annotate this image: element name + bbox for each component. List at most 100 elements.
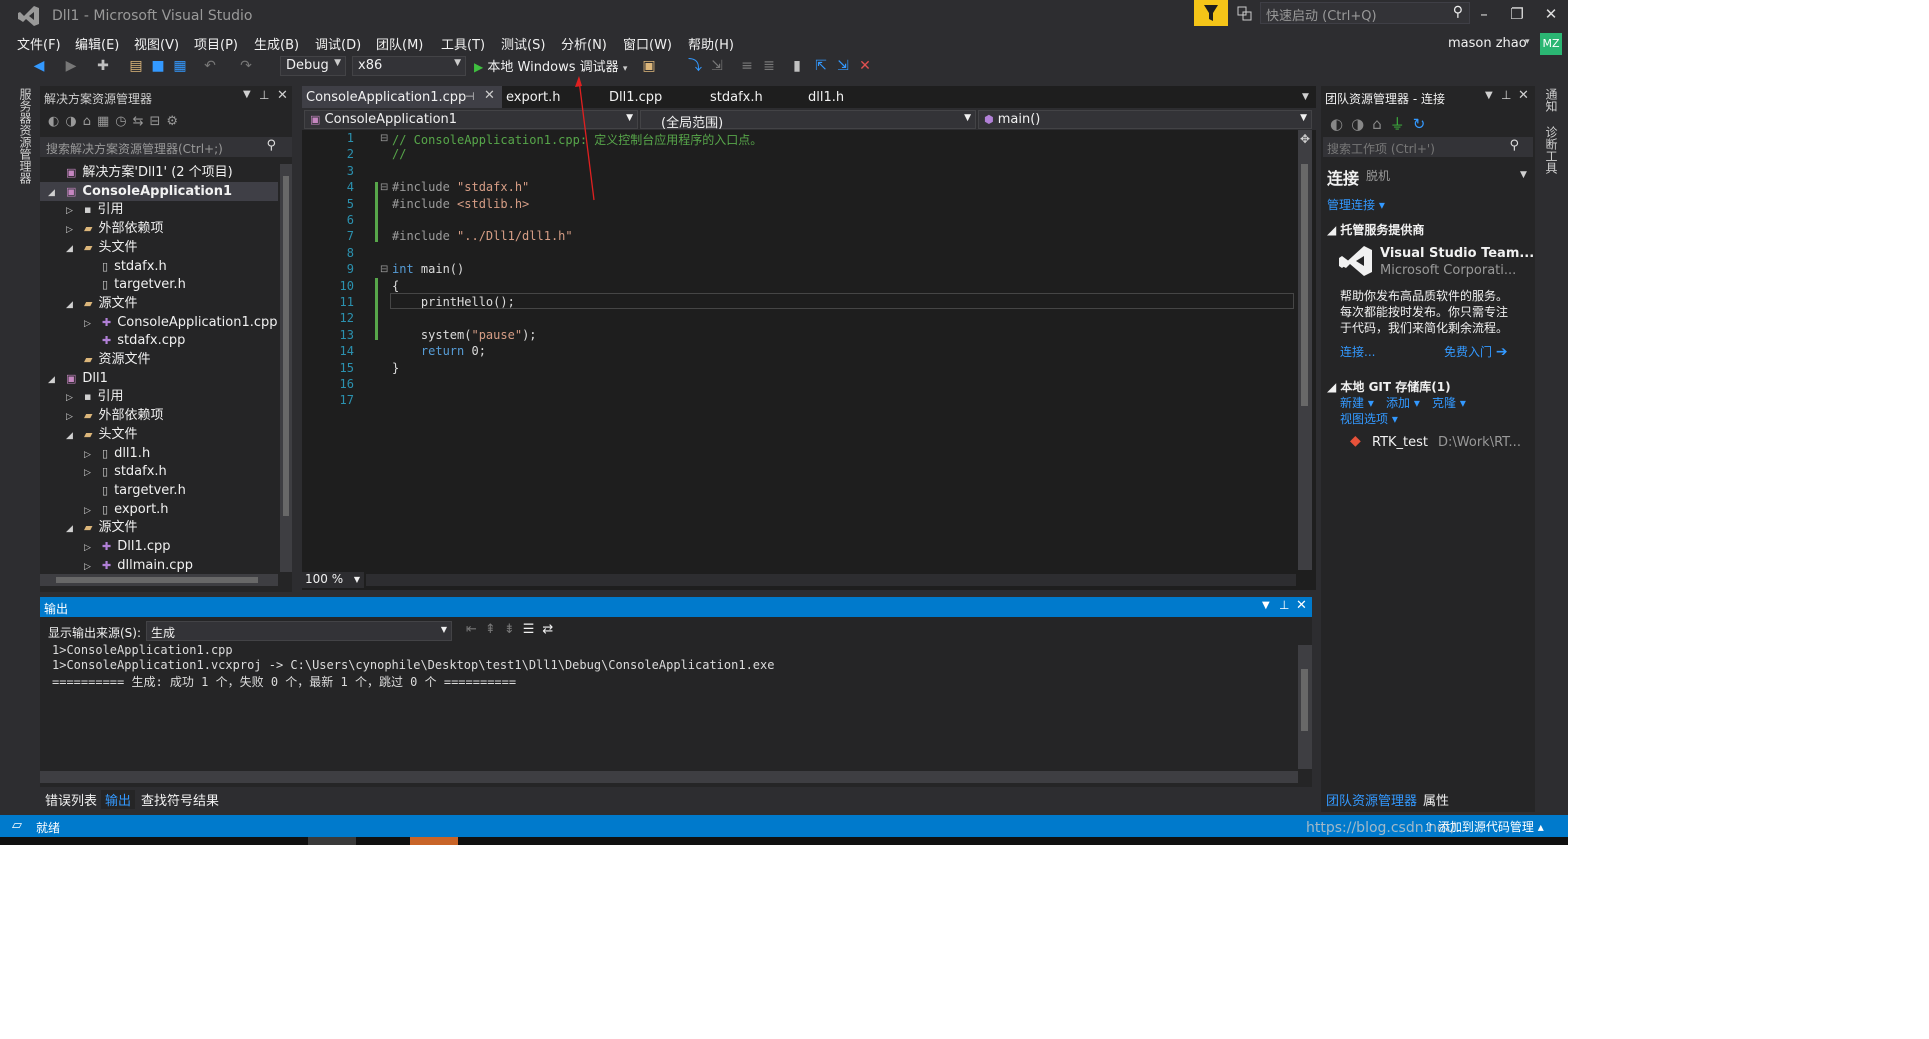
- collapse-all-icon[interactable]: ⊟: [150, 114, 167, 129]
- split-icon[interactable]: ✥: [1300, 132, 1310, 146]
- outdent-icon[interactable]: ≣: [760, 57, 778, 75]
- step-icon[interactable]: ⤵: [686, 57, 704, 75]
- tree-item[interactable]: ◢ ▰ 源文件: [48, 294, 137, 313]
- output-vertical-scrollbar[interactable]: [1298, 645, 1312, 769]
- switch-views-icon[interactable]: ▦: [97, 114, 115, 129]
- pane-dropdown-icon[interactable]: ▼: [1485, 90, 1493, 101]
- git-new-link[interactable]: 新建 ▾: [1340, 394, 1374, 411]
- menu-analyze[interactable]: 分析(N): [561, 34, 607, 53]
- menu-view[interactable]: 视图(V): [134, 34, 179, 53]
- quick-launch-input[interactable]: 快速启动 (Ctrl+Q) ⚲: [1260, 2, 1470, 24]
- next-message-icon[interactable]: ⇟: [504, 622, 523, 637]
- menu-project[interactable]: 项目(P): [194, 34, 238, 53]
- tree-item[interactable]: ▷ ▯ stdafx.h: [48, 462, 167, 481]
- solution-toolbar[interactable]: ◐◑⌂▦◷⇆⊟⚙: [48, 114, 184, 129]
- tree-item[interactable]: ◢ ▰ 头文件: [48, 425, 137, 444]
- save-icon[interactable]: ■: [149, 57, 167, 75]
- work-item-search-input[interactable]: 搜索工作项 (Ctrl+') ⚲: [1323, 137, 1533, 157]
- goto-location-icon[interactable]: ⇤: [466, 622, 485, 637]
- menu-file[interactable]: 文件(F): [17, 34, 61, 53]
- menu-debug[interactable]: 调试(D): [315, 34, 361, 53]
- pin-icon[interactable]: ⊥: [259, 88, 269, 102]
- collapse-include-icon[interactable]: ⊟: [380, 182, 388, 193]
- pane-dropdown-icon[interactable]: ▼: [243, 89, 251, 100]
- home-icon[interactable]: ⌂: [1372, 115, 1390, 133]
- browse-icon[interactable]: ▣: [640, 57, 658, 75]
- pane-dropdown-icon[interactable]: ▼: [1262, 600, 1270, 611]
- bookmark-icon[interactable]: ▮: [788, 57, 806, 75]
- close-window-button[interactable]: ✕: [1537, 4, 1565, 26]
- plug-icon[interactable]: ⏚: [1390, 115, 1413, 133]
- manage-connections-link[interactable]: 管理连接 ▾: [1327, 196, 1385, 213]
- sync-icon[interactable]: ⇆: [133, 114, 150, 129]
- word-wrap-icon[interactable]: ⇄: [542, 622, 561, 637]
- tree-item[interactable]: ▯ stdafx.h: [48, 257, 167, 276]
- output-source-select[interactable]: 生成 ▼: [146, 621, 452, 641]
- menu-edit[interactable]: 编辑(E): [75, 34, 119, 53]
- indent-icon[interactable]: ≡: [738, 57, 756, 75]
- tree-item[interactable]: ▷ ▰ 外部依赖项: [48, 406, 163, 425]
- add-to-source-control-button[interactable]: ⇧ 添加到源代码管理 ▴: [1424, 818, 1544, 835]
- horizontal-scrollbar[interactable]: [40, 574, 278, 586]
- tree-item[interactable]: ▷ ▪ 引用: [48, 387, 123, 406]
- avatar[interactable]: MZ: [1540, 33, 1562, 55]
- clear-bookmarks-icon[interactable]: ✕: [856, 57, 874, 75]
- pin-tab-icon[interactable]: ⊣: [465, 90, 475, 103]
- tree-item[interactable]: ✚ stdafx.cpp: [48, 331, 185, 350]
- editor-horizontal-scrollbar[interactable]: [366, 574, 1296, 586]
- menu-build[interactable]: 生成(B): [254, 34, 299, 53]
- solution-search-input[interactable]: 搜索解决方案资源管理器(Ctrl+;) ⚲: [40, 137, 292, 157]
- git-add-link[interactable]: 添加 ▾: [1386, 394, 1420, 411]
- tree-item[interactable]: ▯ targetver.h: [48, 481, 186, 500]
- tree-item[interactable]: ▰ 资源文件: [48, 350, 150, 369]
- menu-help[interactable]: 帮助(H): [688, 34, 734, 53]
- git-repo-name[interactable]: RTK_test: [1372, 435, 1428, 450]
- redo-icon[interactable]: ↷: [237, 57, 255, 75]
- close-icon[interactable]: ✕: [277, 88, 288, 103]
- tree-item[interactable]: ▷ ✚ dllmain.cpp: [48, 556, 193, 575]
- free-start-link[interactable]: 免费入门 ➔: [1444, 343, 1508, 360]
- tree-item[interactable]: ▷ ✚ Dll1.cpp: [48, 537, 171, 556]
- back-icon[interactable]: ◐: [48, 114, 65, 129]
- tab-consoleapplication1-cpp[interactable]: ConsoleApplication1.cpp: [302, 88, 470, 108]
- prev-message-icon[interactable]: ⇞: [485, 622, 504, 637]
- pin-icon[interactable]: ⊥: [1501, 88, 1511, 102]
- new-project-icon[interactable]: ✚: [94, 57, 112, 75]
- tree-item[interactable]: ▯ targetver.h: [48, 275, 186, 294]
- back-icon[interactable]: ◐: [1330, 115, 1351, 133]
- tab-team-explorer[interactable]: 团队资源管理器: [1326, 790, 1417, 809]
- collapse-comment-icon[interactable]: ⊟: [380, 133, 388, 144]
- tree-item[interactable]: ▷ ▪ 引用: [48, 200, 123, 219]
- tab-find-symbol-results[interactable]: 查找符号结果: [141, 790, 219, 809]
- server-explorer-tab[interactable]: 服务器资源管理器: [17, 88, 34, 184]
- connect-link[interactable]: 连接...: [1340, 343, 1375, 360]
- diagnostic-tools-tab[interactable]: 诊断工具: [1543, 126, 1560, 174]
- notifications-tab[interactable]: 通知: [1543, 88, 1560, 112]
- tab-export-h[interactable]: export.h: [502, 88, 564, 108]
- output-horizontal-scrollbar[interactable]: [40, 771, 1298, 783]
- tab-stdafx-h[interactable]: stdafx.h: [706, 88, 767, 108]
- menu-window[interactable]: 窗口(W): [623, 34, 672, 53]
- forward-icon[interactable]: ◑: [65, 114, 82, 129]
- tab-dll1-cpp[interactable]: Dll1.cpp: [605, 88, 666, 108]
- tree-item[interactable]: ◢ ▰ 源文件: [48, 518, 137, 537]
- next-bookmark-icon[interactable]: ⇲: [834, 57, 852, 75]
- tab-properties[interactable]: 属性: [1423, 790, 1449, 809]
- git-clone-link[interactable]: 克隆 ▾: [1432, 394, 1466, 411]
- platform-select[interactable]: x86 ▼: [352, 56, 466, 76]
- tab-output[interactable]: 输出: [101, 790, 136, 809]
- tree-item[interactable]: ◢ ▣ ConsoleApplication1: [48, 182, 232, 201]
- clear-all-icon[interactable]: ☰: [523, 622, 543, 637]
- minimize-button[interactable]: –: [1470, 4, 1498, 26]
- pending-changes-icon[interactable]: ◷: [115, 114, 132, 129]
- open-file-icon[interactable]: ▤: [127, 57, 145, 75]
- output-toolbar[interactable]: ⇤⇞⇟☰⇄: [466, 622, 561, 637]
- vertical-scrollbar[interactable]: [280, 164, 292, 572]
- git-view-options-link[interactable]: 视图选项 ▾: [1340, 410, 1398, 427]
- tree-item[interactable]: ▣ 解决方案'Dll1' (2 个项目): [48, 163, 233, 182]
- refresh-icon[interactable]: ↻: [1413, 115, 1434, 133]
- tree-item[interactable]: ▷ ▰ 外部依赖项: [48, 219, 163, 238]
- prev-bookmark-icon[interactable]: ⇱: [812, 57, 830, 75]
- undo-icon[interactable]: ↶: [201, 57, 219, 75]
- editor-vertical-scrollbar[interactable]: [1298, 130, 1312, 570]
